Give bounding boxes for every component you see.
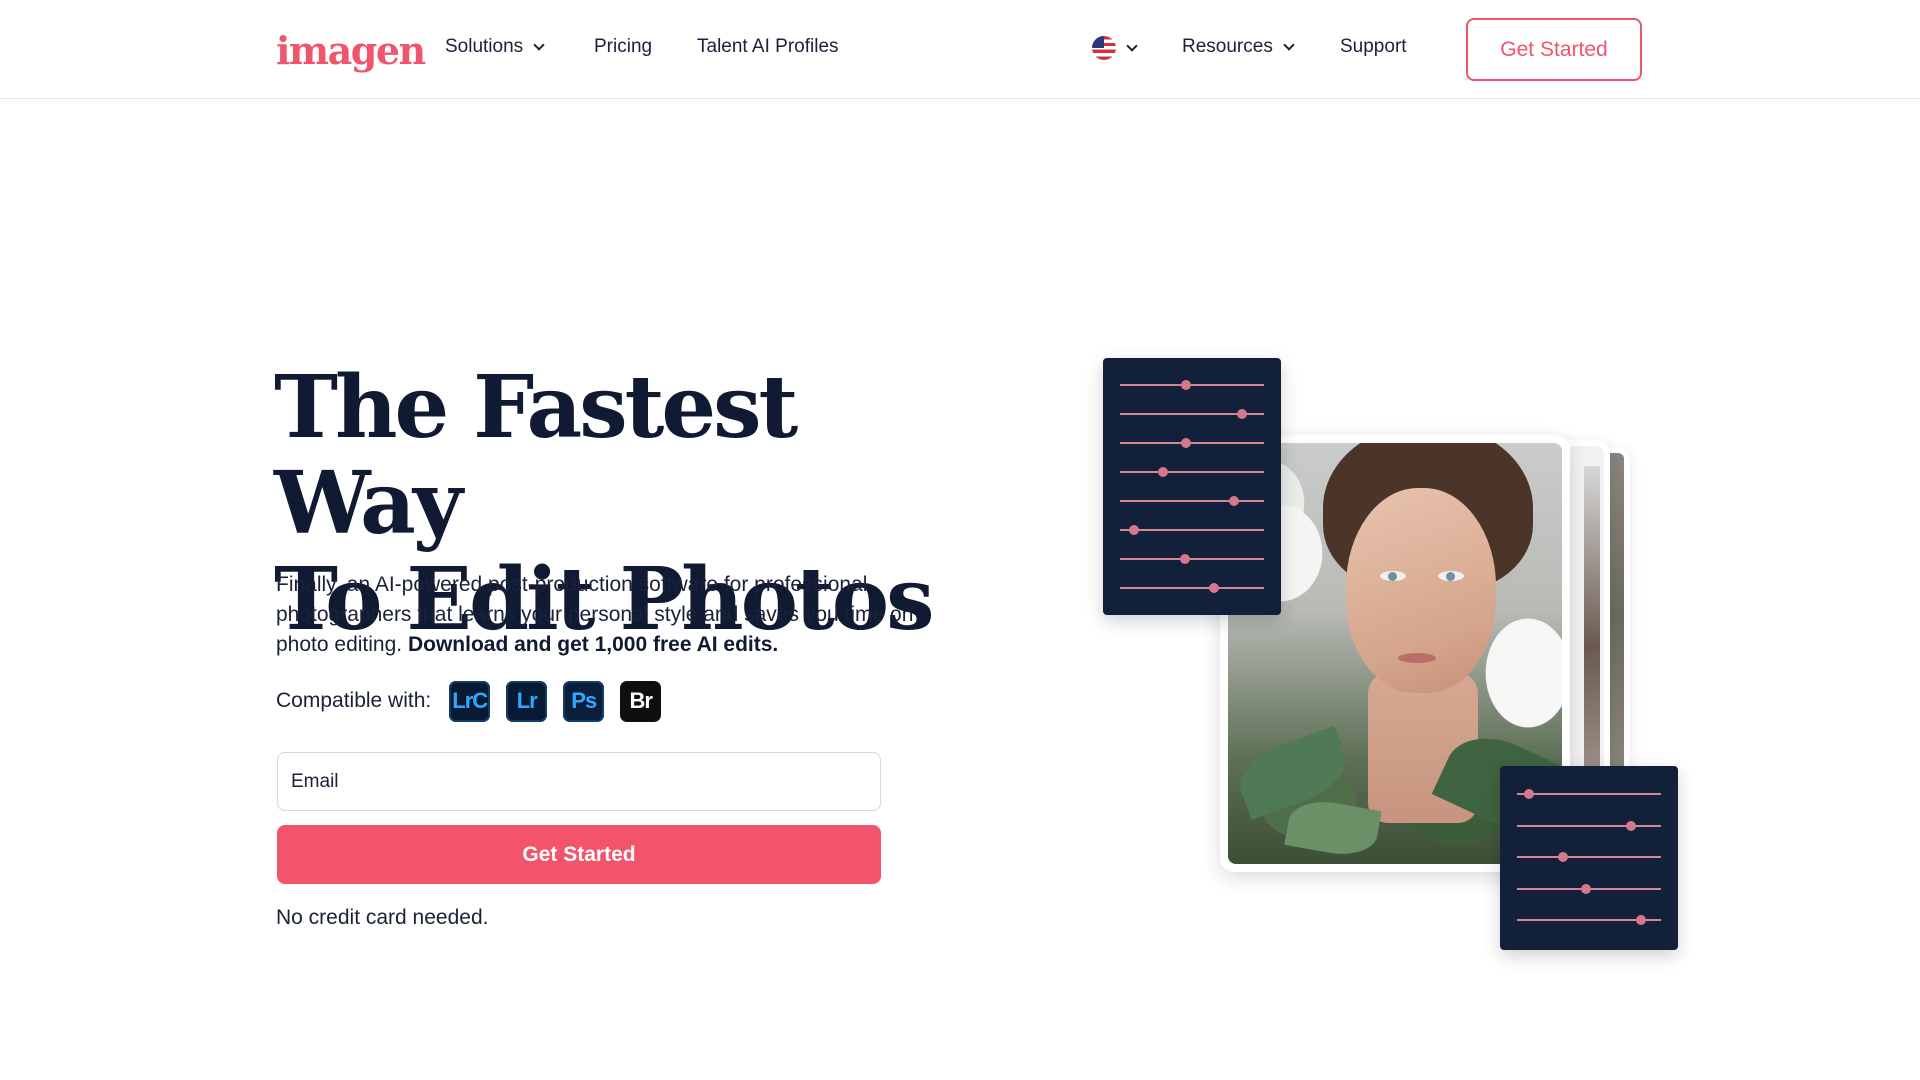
slider-track [1120,438,1264,448]
slider-knob [1228,496,1239,506]
slider-knob [1635,915,1646,925]
slider-knob [1581,883,1592,894]
nav-resources-label: Resources [1182,36,1273,57]
slider-knob [1558,852,1569,862]
site-header: imagen Solutions Pricing Talent AI Profi… [0,0,1920,99]
photoshop-icon: Ps [563,680,605,722]
photo-lips [1398,653,1436,663]
slider-knob [1181,380,1192,390]
slider-knob [1208,583,1219,593]
slider-track [1517,852,1661,862]
nav-solutions[interactable]: Solutions [445,36,545,58]
chevron-down-icon [533,38,545,51]
hero-description-bold: Download and get 1,000 free AI edits. [407,633,779,656]
slider-track [1517,915,1661,925]
chevron-down-icon [1126,39,1138,52]
nav-pricing-label: Pricing [594,36,653,57]
slider-knob [1523,789,1534,799]
slider-track [1120,409,1264,419]
compatible-label: Compatible with: [276,689,432,712]
hero-description: Finally, an AI-powered post-production s… [276,570,936,660]
slider-track [1517,789,1661,799]
photo-eye-left [1380,571,1406,581]
nav-resources[interactable]: Resources [1182,36,1295,58]
slider-knob [1179,554,1190,564]
slider-track [1120,380,1264,390]
slider-knob [1181,438,1192,448]
adjustment-sliders-panel-top [1103,358,1281,615]
imagen-logo[interactable]: imagen [276,22,426,73]
photo-eye-right [1438,571,1464,581]
slider-knob [1129,525,1140,535]
hero-title-line1: The Fastest Way [274,357,798,554]
slider-track [1120,525,1264,535]
header-get-started-button[interactable]: Get Started [1466,18,1642,81]
logo-text: imagen [276,28,426,73]
nav-support-label: Support [1340,36,1407,57]
language-selector[interactable] [1092,36,1138,60]
slider-knob [1237,409,1248,419]
slider-knob [1158,467,1169,477]
slider-track [1120,583,1264,593]
nav-solutions-label: Solutions [445,36,524,57]
lightroom-classic-icon: LrC [449,680,491,722]
lightroom-icon: Lr [506,680,548,722]
slider-track [1517,883,1661,894]
us-flag-icon [1092,36,1116,60]
adjustment-sliders-panel-bottom [1500,766,1678,950]
bridge-icon: Br [620,680,662,722]
email-field[interactable] [277,752,881,811]
compatibility-row: Compatible with: LrC Lr Ps Br [276,680,677,722]
get-started-button[interactable]: Get Started [277,825,881,884]
slider-track [1120,467,1264,477]
slider-track [1517,820,1661,831]
slider-track [1120,554,1264,564]
photo-leaf [1284,795,1382,861]
nav-support[interactable]: Support [1340,36,1407,58]
nav-talent-label: Talent AI Profiles [697,36,839,57]
nav-talent-ai-profiles[interactable]: Talent AI Profiles [697,36,839,58]
slider-knob [1625,820,1636,831]
slider-track [1120,496,1264,506]
nav-pricing[interactable]: Pricing [594,36,652,58]
chevron-down-icon [1283,38,1295,51]
no-credit-card-note: No credit card needed. [276,906,489,929]
